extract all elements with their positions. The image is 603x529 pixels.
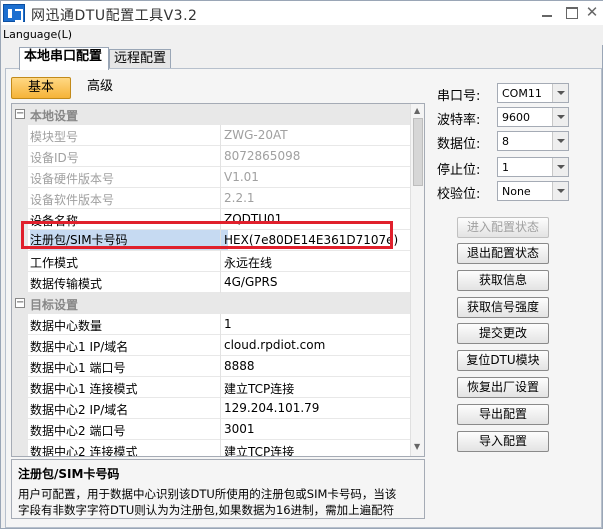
- baud-select[interactable]: 9600: [497, 107, 569, 127]
- tab-local-serial[interactable]: 本地串口配置: [19, 47, 109, 70]
- description-text: 用户可配置，用于数据中心识别该DTU所使用的注册包或SIM卡号码，当该 字段有非…: [18, 487, 397, 517]
- chevron-down-icon[interactable]: [552, 158, 568, 176]
- prop-row[interactable]: 设备硬件版本号 V1.01: [12, 167, 410, 188]
- subtab-advanced[interactable]: 高级: [85, 77, 115, 99]
- port-select[interactable]: COM11: [497, 83, 569, 103]
- scroll-thumb[interactable]: [413, 118, 423, 186]
- category-local[interactable]: − 本地设置: [12, 104, 410, 125]
- menu-language[interactable]: Language(L): [3, 28, 72, 41]
- databits-select[interactable]: 8: [497, 131, 569, 151]
- parity-select[interactable]: None: [497, 181, 569, 201]
- get-signal-button[interactable]: 获取信号强度: [457, 297, 549, 318]
- description-panel: 注册包/SIM卡号码 用户可配置，用于数据中心识别该DTU所使用的注册包或SIM…: [11, 459, 425, 519]
- subtab-basic[interactable]: 基本: [11, 77, 71, 99]
- collapse-icon[interactable]: −: [15, 298, 25, 308]
- app-window: 网迅通DTU配置工具V3.2 ✕ Language(L) 本地串口配置 远程配置…: [0, 0, 603, 529]
- get-info-button[interactable]: 获取信息: [457, 270, 549, 291]
- prop-row[interactable]: 数据中心数量 1: [12, 314, 410, 335]
- app-logo-icon: [3, 4, 25, 22]
- prop-row[interactable]: 数据传输模式 4G/GPRS: [12, 272, 410, 293]
- prop-row[interactable]: 模块型号 ZWG-20AT: [12, 125, 410, 146]
- prop-row[interactable]: 设备软件版本号 2.2.1: [12, 188, 410, 209]
- submit-changes-button[interactable]: 提交更改: [457, 323, 549, 344]
- factory-reset-button[interactable]: 恢复出厂设置: [457, 377, 549, 398]
- annotation-highlight-box: [21, 221, 393, 249]
- prop-row[interactable]: 数据中心1 端口号 8888: [12, 356, 410, 377]
- menu-bar: Language(L): [1, 25, 603, 45]
- enter-config-button[interactable]: 进入配置状态: [457, 217, 549, 238]
- collapse-icon[interactable]: −: [15, 109, 25, 119]
- prop-row[interactable]: 设备ID号 8072865098: [12, 146, 410, 167]
- prop-row[interactable]: 数据中心2 IP/域名 129.204.101.79: [12, 398, 410, 419]
- prop-row[interactable]: 数据中心1 IP/域名 cloud.rpdiot.com: [12, 335, 410, 356]
- chevron-down-icon[interactable]: [552, 182, 568, 200]
- minimize-button[interactable]: [535, 2, 559, 22]
- window-title: 网迅通DTU配置工具V3.2: [31, 8, 198, 24]
- prop-row[interactable]: 数据中心2 连接模式 建立TCP连接: [12, 440, 410, 456]
- scroll-up-icon[interactable]: ▲: [414, 106, 420, 115]
- import-config-button[interactable]: 导入配置: [457, 431, 549, 452]
- baud-label: 波特率:: [437, 113, 481, 128]
- scroll-down-icon[interactable]: ▼: [414, 442, 420, 451]
- category-target[interactable]: − 目标设置: [12, 293, 410, 314]
- title-bar: 网迅通DTU配置工具V3.2 ✕: [1, 1, 603, 25]
- chevron-down-icon[interactable]: [552, 132, 568, 150]
- prop-row[interactable]: 数据中心2 端口号 3001: [12, 419, 410, 440]
- main-tabs: 本地串口配置 远程配置: [1, 45, 603, 70]
- prop-row[interactable]: 工作模式 永远在线: [12, 251, 410, 272]
- close-button[interactable]: ✕: [581, 2, 603, 22]
- stopbits-label: 停止位:: [437, 163, 481, 178]
- parity-label: 校验位:: [437, 187, 481, 202]
- databits-label: 数据位:: [437, 137, 481, 152]
- export-config-button[interactable]: 导出配置: [457, 404, 549, 425]
- chevron-down-icon[interactable]: [552, 108, 568, 126]
- chevron-down-icon[interactable]: [552, 84, 568, 102]
- description-title: 注册包/SIM卡号码: [18, 467, 120, 481]
- port-label: 串口号:: [437, 89, 481, 104]
- property-grid: − 本地设置 模块型号 ZWG-20AT 设备ID号 8072865098 设备硬件…: [11, 103, 425, 457]
- maximize-button[interactable]: [559, 2, 583, 22]
- prop-row[interactable]: 数据中心1 连接模式 建立TCP连接: [12, 377, 410, 398]
- grid-scrollbar[interactable]: ▲ ▼: [410, 104, 424, 456]
- stopbits-select[interactable]: 1: [497, 157, 569, 177]
- exit-config-button[interactable]: 退出配置状态: [457, 243, 549, 264]
- tab-remote[interactable]: 远程配置: [109, 49, 171, 69]
- reset-dtu-button[interactable]: 复位DTU模块: [457, 350, 549, 371]
